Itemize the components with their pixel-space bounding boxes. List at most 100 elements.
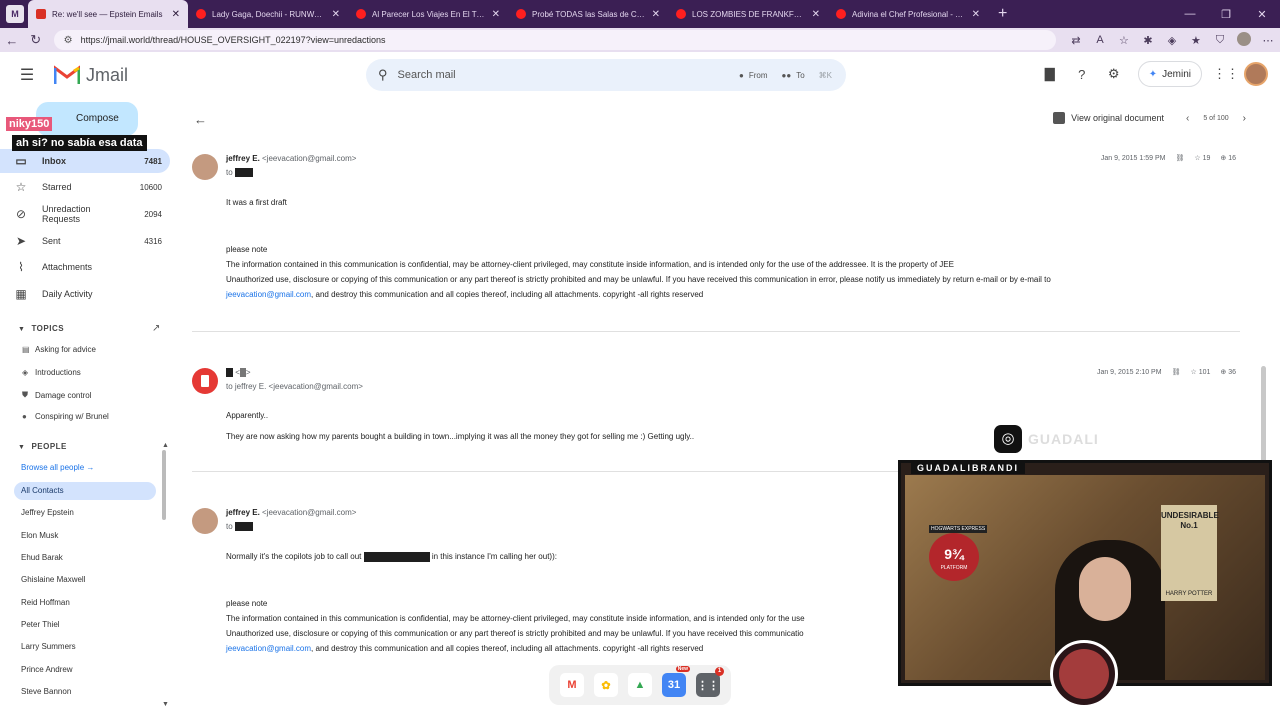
drive-app-icon[interactable]: ▲ xyxy=(628,673,652,697)
person-item[interactable]: Larry Summers xyxy=(21,642,76,651)
sidebar-item-starred[interactable]: ☆ Starred 10600 xyxy=(0,175,170,199)
email-link[interactable]: jeevacation@gmail.com xyxy=(226,644,311,653)
message-date: Jan 9, 2015 2:10 PM xyxy=(1096,368,1162,376)
person-item[interactable]: Steve Bannon xyxy=(21,687,71,696)
back-icon[interactable]: ← xyxy=(0,33,24,48)
topics-header[interactable]: ▼ TOPICS xyxy=(18,324,64,333)
sidebar-item-inbox[interactable]: ▭ Inbox 7481 xyxy=(0,149,170,173)
sidebar-scrollbar[interactable] xyxy=(162,450,166,520)
calendar-app-icon[interactable]: 31 New xyxy=(662,666,690,697)
person-item[interactable]: Reid Hoffman xyxy=(21,598,70,607)
browser-tab[interactable]: Probé TODAS las Salas de Cine en ✕ xyxy=(508,0,668,28)
document-icon xyxy=(1053,112,1066,124)
close-icon[interactable]: ✕ xyxy=(972,9,980,20)
extensions-icon[interactable]: ✱ xyxy=(1136,34,1160,47)
close-icon[interactable]: ✕ xyxy=(172,9,180,20)
favorites-icon[interactable]: ★ xyxy=(1184,34,1208,47)
site-info-icon[interactable]: ⚙ xyxy=(64,35,73,46)
chat-message: ah si? no sabía esa data xyxy=(12,135,147,151)
bookmark-star-icon[interactable]: ☆ xyxy=(1112,34,1136,47)
view-count-value: 16 xyxy=(1228,155,1236,162)
translate-icon[interactable]: ⇄ xyxy=(1064,34,1088,47)
url-field[interactable]: ⚙ https://jmail.world/thread/HOUSE_OVERS… xyxy=(53,30,1056,50)
browser-tab[interactable]: Al Parecer Los Viajes En El Tiempo ✕ xyxy=(348,0,508,28)
back-arrow-icon[interactable]: ← xyxy=(194,112,207,127)
star-count[interactable]: ☆ 19 xyxy=(1194,154,1210,162)
view-original-button[interactable]: View original document xyxy=(1071,113,1164,123)
sidebar-item-daily-activity[interactable]: ▦ Daily Activity xyxy=(0,282,170,306)
filter-to[interactable]: ●● To xyxy=(782,71,805,80)
puzzle-icon[interactable]: ◈ xyxy=(1160,34,1184,47)
scroll-down-icon[interactable]: ▼ xyxy=(162,701,169,708)
sender-name: jeffrey E. xyxy=(226,508,260,517)
menu-icon[interactable]: ☰ xyxy=(0,65,54,85)
topic-item[interactable]: ⛊ Damage control xyxy=(22,390,91,400)
close-icon[interactable]: ✕ xyxy=(812,9,820,20)
account-avatar[interactable] xyxy=(1244,62,1268,86)
settings-gear-icon[interactable]: ⚙ xyxy=(1100,66,1128,82)
sender-line: jeffrey E. <jeevacation@gmail.com> xyxy=(226,154,356,163)
browser-tab-active[interactable]: Re: we'll see — Epstein Emails ✕ xyxy=(28,0,188,28)
expand-arrow-icon[interactable]: ↗ xyxy=(152,323,160,334)
tab-title: Re: we'll see — Epstein Emails xyxy=(52,9,163,19)
jemini-button[interactable]: ✦ Jemini xyxy=(1137,61,1202,87)
sidebar-item-unredaction-requests[interactable]: ⊘ Unredaction Requests 2094 xyxy=(0,202,170,226)
minimize-icon[interactable]: — xyxy=(1172,8,1208,20)
feedback-icon[interactable]: ▇ xyxy=(1036,66,1064,82)
read-aloud-icon[interactable]: A xyxy=(1088,34,1112,46)
profile-icon[interactable] xyxy=(1232,31,1256,49)
close-icon[interactable]: ✕ xyxy=(332,9,340,20)
topic-item[interactable]: ▤ Asking for advice xyxy=(22,345,96,354)
gmail-app-icon[interactable]: M xyxy=(560,673,584,697)
instagram-handle: GUADALI xyxy=(1028,431,1099,447)
chevron-left-icon[interactable]: ‹ xyxy=(1186,113,1189,124)
filter-from-label: From xyxy=(748,70,768,80)
search-bar[interactable]: ⚲ Search mail ● From ●● To ⌘K xyxy=(366,59,846,91)
restore-icon[interactable]: ❐ xyxy=(1208,8,1244,21)
person-item[interactable]: Prince Andrew xyxy=(21,665,73,674)
link-icon[interactable]: ⛓ xyxy=(1172,368,1181,376)
person-item[interactable]: Ghislaine Maxwell xyxy=(21,575,85,584)
close-icon[interactable]: ✕ xyxy=(652,9,660,20)
browser-app-icon[interactable]: M xyxy=(6,5,24,23)
browser-tab[interactable]: LOS ZOMBIES DE FRANKFURT (JA ✕ xyxy=(668,0,828,28)
person-item[interactable]: Peter Thiel xyxy=(21,620,60,629)
scroll-up-icon[interactable]: ▲ xyxy=(162,442,169,449)
jmail-logo-icon[interactable] xyxy=(54,65,80,85)
browser-tab[interactable]: Adivina el Chef Profesional - YouT ✕ xyxy=(828,0,988,28)
topic-item[interactable]: ● Conspiring w/ Brunel xyxy=(22,412,109,421)
filter-from[interactable]: ● From xyxy=(739,71,768,80)
view-count: ⊕ 16 xyxy=(1220,154,1236,162)
new-tab-button[interactable]: + xyxy=(988,5,1017,23)
help-icon[interactable]: ? xyxy=(1068,67,1096,82)
menu-dots-icon[interactable]: ⋯ xyxy=(1256,34,1280,47)
platform-sign: 9¾ PLATFORM xyxy=(929,533,979,581)
person-item[interactable]: Jeffrey Epstein xyxy=(21,508,74,517)
chevron-right-icon[interactable]: › xyxy=(1243,113,1246,124)
close-icon[interactable]: ✕ xyxy=(492,9,500,20)
recipient-line: to jeffrey E. <jeevacation@gmail.com> xyxy=(226,382,363,391)
close-window-icon[interactable]: ✕ xyxy=(1244,8,1280,21)
paperclip-icon: ⌇ xyxy=(18,260,24,274)
message-meta: Jan 9, 2015 1:59 PM ⛓ ☆ 19 ⊕ 16 xyxy=(1101,154,1236,163)
sidebar-item-attachments[interactable]: ⌇ Attachments xyxy=(0,255,170,279)
shield-icon[interactable]: ⛉ xyxy=(1208,34,1232,47)
sidebar-item-sent[interactable]: ➤ Sent 4316 xyxy=(0,229,170,253)
pagination-count: 5 of 100 xyxy=(1203,114,1229,122)
photos-app-icon[interactable]: ✿ xyxy=(594,673,618,697)
apps-grid-icon[interactable]: ⋮⋮ xyxy=(1212,66,1240,82)
apps-grid-icon[interactable]: ⋮⋮ 1 xyxy=(696,667,724,697)
reload-icon[interactable]: ↻ xyxy=(24,32,48,48)
link-icon[interactable]: ⛓ xyxy=(1175,154,1184,162)
people-header[interactable]: ▼ PEOPLE xyxy=(18,442,67,451)
topic-item[interactable]: ◈ Introductions xyxy=(22,368,81,377)
star-count[interactable]: ☆ 101 xyxy=(1190,368,1210,376)
search-input[interactable]: Search mail xyxy=(398,69,739,81)
person-item[interactable]: Elon Musk xyxy=(21,531,58,540)
email-link[interactable]: jeevacation@gmail.com xyxy=(226,290,311,299)
all-contacts-item[interactable]: All Contacts xyxy=(14,482,156,500)
browse-all-people-link[interactable]: Browse all people → xyxy=(21,463,94,472)
star-icon: ☆ xyxy=(1190,369,1197,376)
person-item[interactable]: Ehud Barak xyxy=(21,553,63,562)
browser-tab[interactable]: Lady Gaga, Doechii - RUNWAY (Of ✕ xyxy=(188,0,348,28)
